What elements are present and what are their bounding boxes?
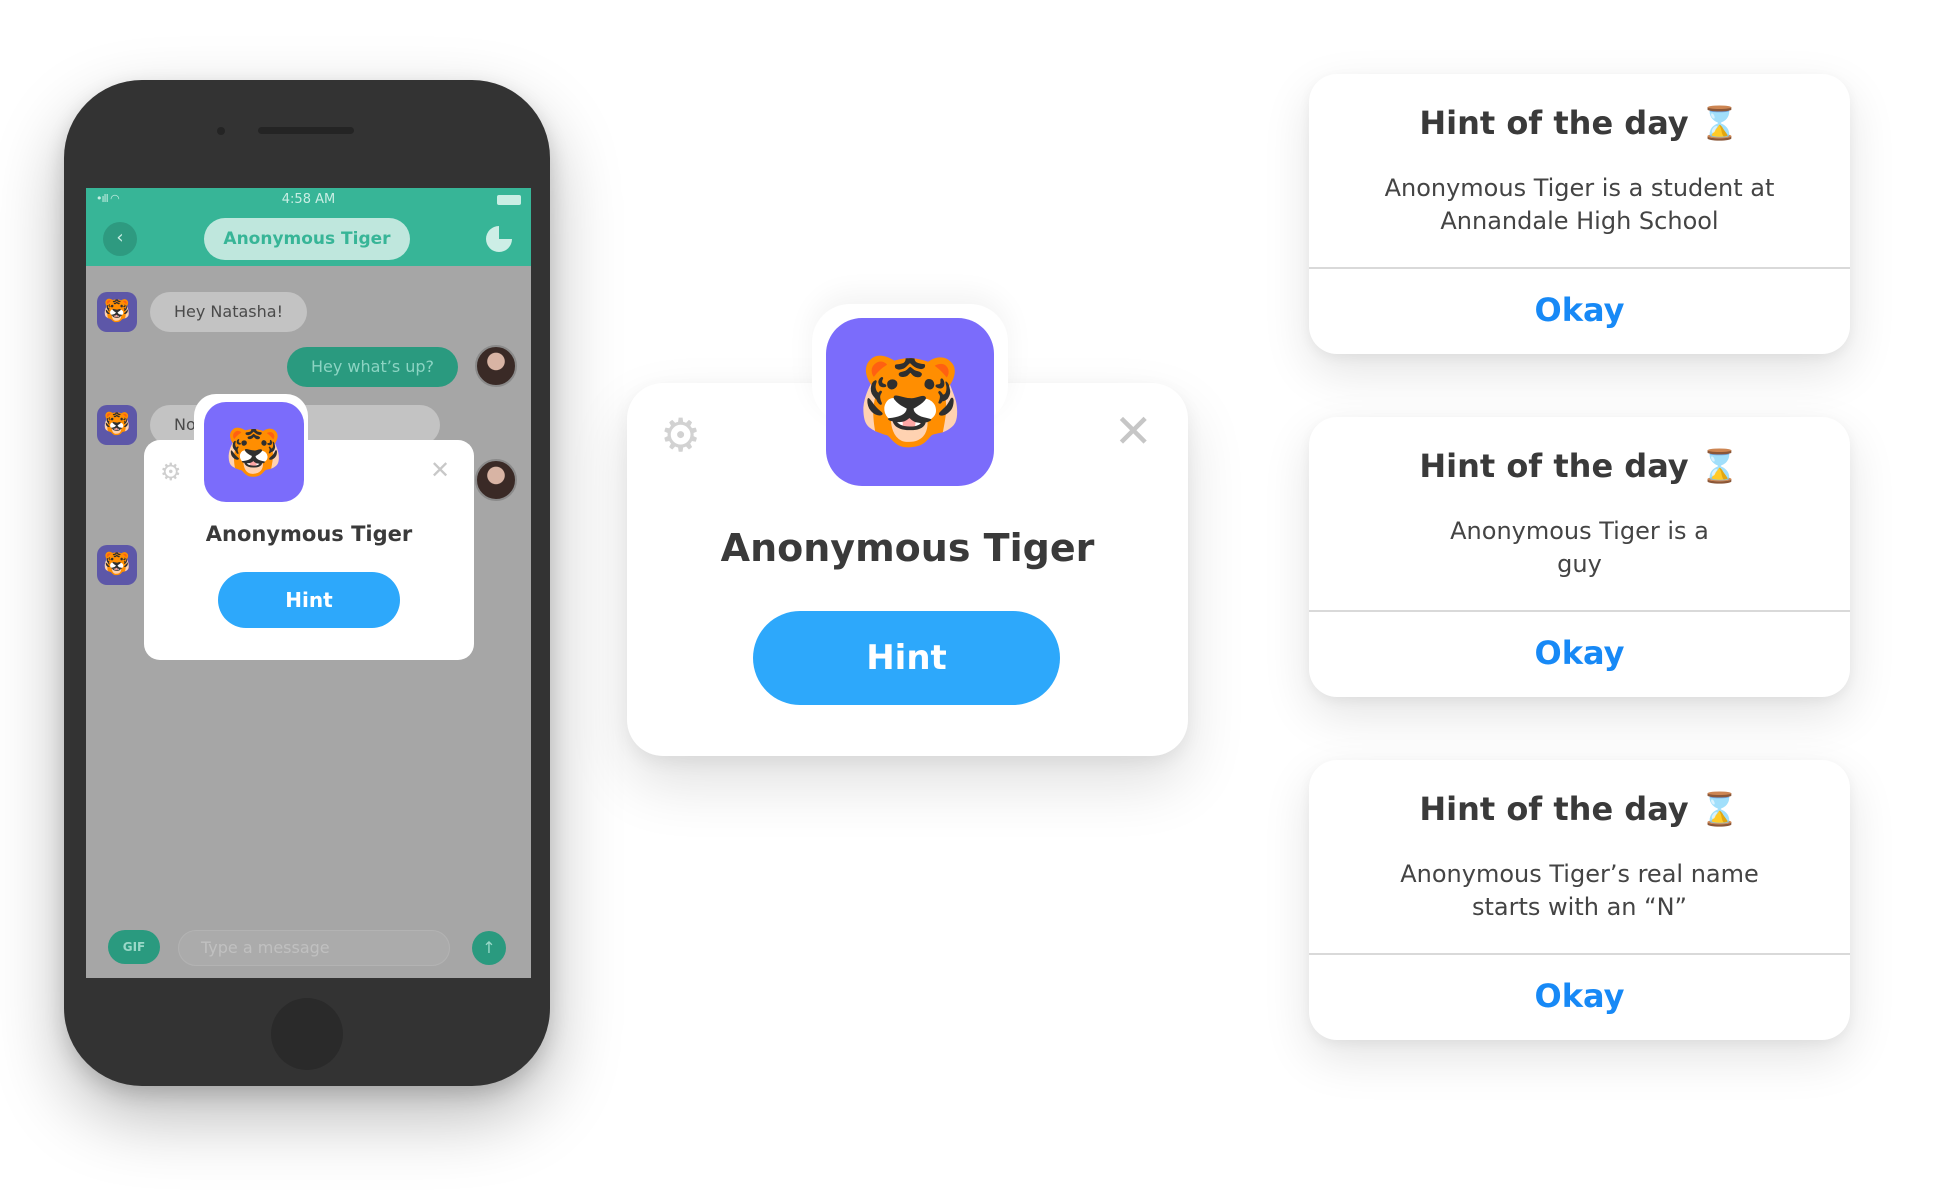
alert-title-text: Hint of the day bbox=[1419, 104, 1689, 142]
chat-header: ‹ Anonymous Tiger bbox=[86, 210, 531, 266]
gear-icon[interactable]: ⚙ bbox=[660, 412, 701, 458]
hint-alert: Hint of the day ⌛ Anonymous Tiger is a g… bbox=[1309, 417, 1850, 697]
profile-name: Anonymous Tiger bbox=[720, 526, 1095, 570]
tiger-avatar-icon: 🐯 bbox=[204, 402, 304, 502]
hourglass-icon: ⌛ bbox=[1699, 104, 1740, 142]
hourglass-icon: ⌛ bbox=[1699, 790, 1740, 828]
hint-button[interactable]: Hint bbox=[218, 572, 400, 628]
pie-timer-icon[interactable] bbox=[486, 226, 512, 252]
tiger-avatar-icon: 🐯 bbox=[97, 292, 137, 332]
tiger-avatar-icon: 🐯 bbox=[97, 405, 137, 445]
alert-title: Hint of the day ⌛ bbox=[1309, 104, 1850, 142]
chat-title[interactable]: Anonymous Tiger bbox=[204, 218, 410, 260]
alert-title: Hint of the day ⌛ bbox=[1309, 447, 1850, 485]
message-bubble: Hey Natasha! bbox=[150, 292, 307, 332]
message-composer: GIF Type a message ↑ bbox=[86, 918, 531, 978]
phone-mockup: •ıll ◠ 4:58 AM ‹ Anonymous Tiger 🐯 Hey N… bbox=[64, 80, 550, 1086]
phone-screen: •ıll ◠ 4:58 AM ‹ Anonymous Tiger 🐯 Hey N… bbox=[86, 188, 531, 978]
okay-button[interactable]: Okay bbox=[1309, 955, 1850, 1040]
tiger-avatar-icon: 🐯 bbox=[97, 545, 137, 585]
alert-message: Anonymous Tiger is a guy bbox=[1450, 517, 1709, 578]
okay-button[interactable]: Okay bbox=[1309, 269, 1850, 354]
gif-button[interactable]: GIF bbox=[108, 930, 160, 964]
message-input[interactable]: Type a message bbox=[178, 930, 450, 966]
alert-title-text: Hint of the day bbox=[1419, 790, 1689, 828]
alert-title: Hint of the day ⌛ bbox=[1309, 790, 1850, 828]
user-avatar bbox=[475, 345, 517, 387]
user-avatar bbox=[475, 459, 517, 501]
chevron-left-icon[interactable]: ‹ bbox=[103, 222, 137, 256]
tiger-avatar-icon: 🐯 bbox=[826, 318, 994, 486]
send-icon[interactable]: ↑ bbox=[472, 931, 506, 965]
alert-message: Anonymous Tiger’s real name starts with … bbox=[1400, 860, 1759, 921]
battery-icon bbox=[497, 195, 521, 205]
message-bubble: Hey what’s up? bbox=[287, 347, 459, 387]
status-time: 4:58 AM bbox=[281, 192, 336, 207]
front-camera bbox=[217, 127, 225, 135]
close-icon[interactable]: ✕ bbox=[430, 456, 450, 484]
hint-button[interactable]: Hint bbox=[753, 611, 1060, 705]
gear-icon[interactable]: ⚙ bbox=[160, 458, 182, 486]
status-bar: •ıll ◠ 4:58 AM bbox=[86, 188, 531, 210]
alert-message: Anonymous Tiger is a student at Annandal… bbox=[1384, 174, 1775, 235]
alert-title-text: Hint of the day bbox=[1419, 447, 1689, 485]
home-button[interactable] bbox=[271, 998, 343, 1070]
earpiece-speaker bbox=[258, 127, 354, 134]
hint-alert: Hint of the day ⌛ Anonymous Tiger’s real… bbox=[1309, 760, 1850, 1040]
hint-alert: Hint of the day ⌛ Anonymous Tiger is a s… bbox=[1309, 74, 1850, 354]
hourglass-icon: ⌛ bbox=[1699, 447, 1740, 485]
popup-name: Anonymous Tiger bbox=[205, 522, 413, 546]
okay-button[interactable]: Okay bbox=[1309, 612, 1850, 697]
close-icon[interactable]: ✕ bbox=[1114, 408, 1153, 454]
